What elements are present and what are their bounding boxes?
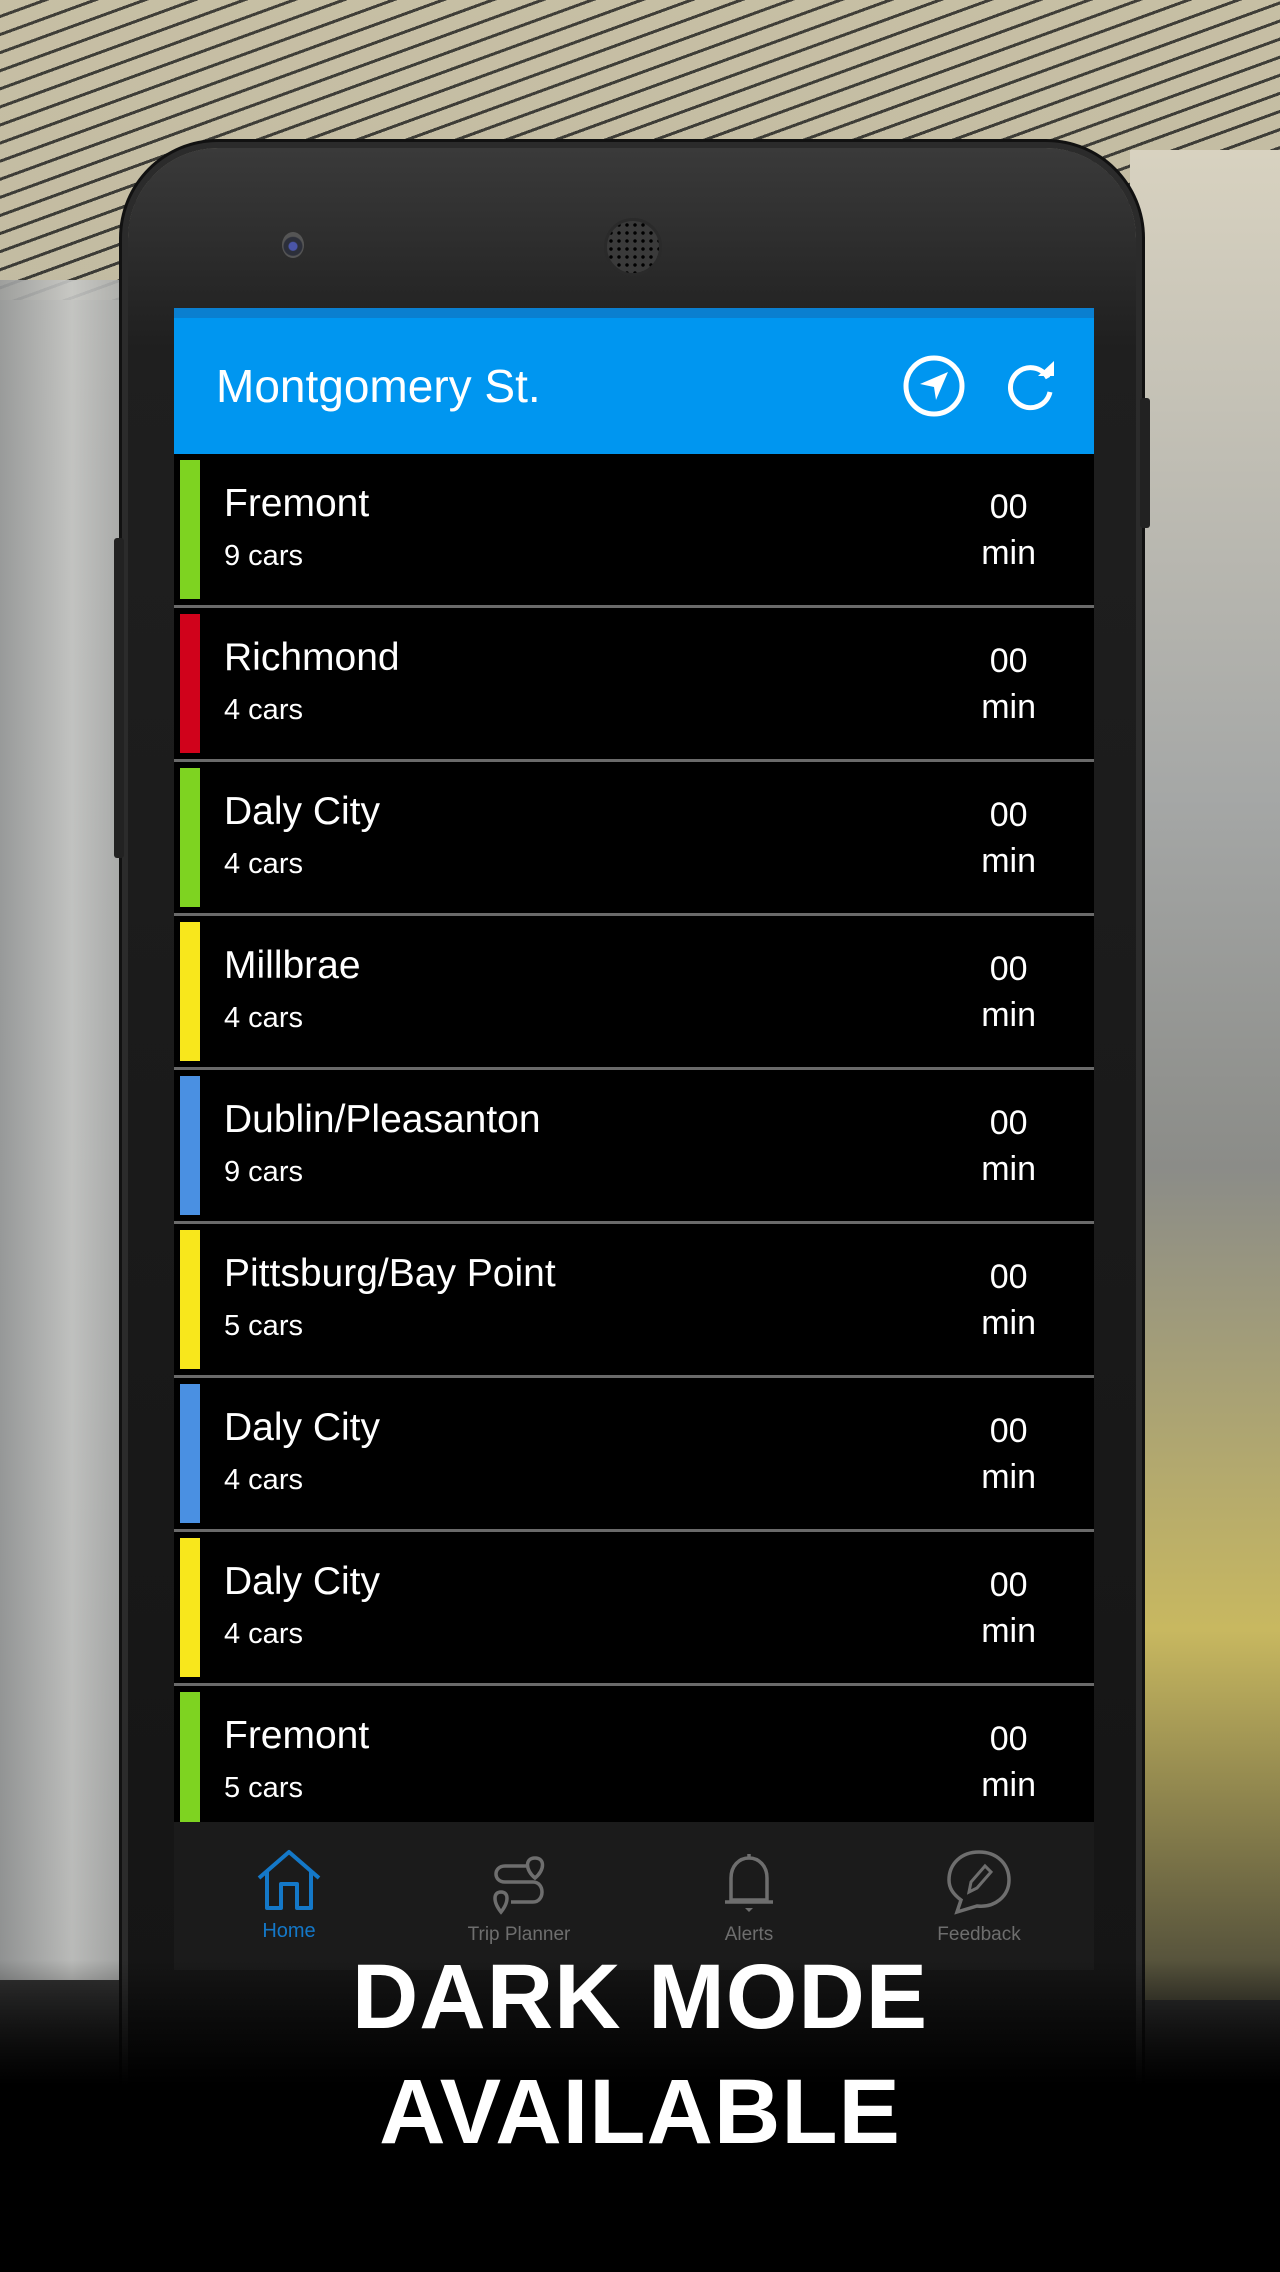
car-count: 5 cars [224, 1772, 303, 1804]
eta-value: 00 [989, 1566, 1028, 1604]
departure-row[interactable]: Dublin/Pleasanton 9 cars 00 min [174, 1070, 1094, 1224]
destination-name: Dublin/Pleasanton [224, 1098, 541, 1141]
tab-label: Trip Planner [467, 1924, 571, 1945]
departure-row[interactable]: Pittsburg/Bay Point 5 cars 00 min [174, 1224, 1094, 1378]
eta-unit: min [981, 1766, 1036, 1804]
eta: 00 min [981, 1562, 1036, 1654]
line-color-bar [180, 1538, 200, 1677]
departure-row[interactable]: Fremont 5 cars 00 min [174, 1686, 1094, 1840]
app-screen: Montgomery St. Fremont 9 cars 00 min Richmon… [174, 308, 1094, 1970]
eta: 00 min [981, 1254, 1036, 1346]
destination-name: Richmond [224, 636, 400, 679]
eta-unit: min [981, 534, 1036, 572]
eta-unit: min [981, 688, 1036, 726]
navigation-arrow-icon [903, 355, 965, 417]
background-platform [1130, 150, 1280, 2000]
tab-label: Home [262, 1920, 316, 1942]
feedback-icon [947, 1850, 1011, 1915]
eta-value: 00 [989, 1258, 1028, 1296]
eta-value: 00 [989, 796, 1028, 834]
departure-row[interactable]: Fremont 9 cars 00 min [174, 454, 1094, 608]
car-count: 5 cars [224, 1310, 303, 1342]
eta-unit: min [981, 842, 1036, 880]
eta: 00 min [981, 484, 1036, 576]
destination-name: Fremont [224, 1714, 370, 1757]
destination-name: Daly City [224, 790, 381, 833]
line-color-bar [180, 922, 200, 1061]
earpiece-speaker [604, 218, 662, 276]
destination-name: Fremont [224, 482, 370, 525]
tab-label: Feedback [937, 1924, 1021, 1945]
station-title: Montgomery St. [216, 360, 541, 412]
phone-side-button [114, 538, 124, 858]
home-icon [257, 1850, 321, 1910]
front-camera [282, 232, 304, 258]
bell-icon [725, 1854, 773, 1912]
eta-unit: min [981, 1458, 1036, 1496]
eta-unit: min [981, 1150, 1036, 1188]
route-icon [493, 1856, 545, 1915]
line-color-bar [180, 1692, 200, 1831]
eta-value: 00 [989, 642, 1028, 680]
departure-row[interactable]: Daly City 4 cars 00 min [174, 762, 1094, 916]
car-count: 4 cars [224, 1002, 303, 1034]
destination-name: Pittsburg/Bay Point [224, 1252, 556, 1295]
eta-unit: min [981, 1304, 1036, 1342]
eta: 00 min [981, 638, 1036, 730]
line-color-bar [180, 1076, 200, 1215]
eta: 00 min [981, 792, 1036, 884]
promo-caption-line1: DARK MODE [351, 1946, 929, 2048]
departure-row[interactable]: Daly City 4 cars 00 min [174, 1532, 1094, 1686]
destination-name: Daly City [224, 1406, 381, 1449]
eta-value: 00 [989, 1412, 1028, 1450]
line-color-bar [180, 614, 200, 753]
destination-name: Millbrae [224, 944, 361, 987]
departure-row[interactable]: Richmond 4 cars 00 min [174, 608, 1094, 762]
refresh-button[interactable] [996, 350, 1068, 422]
eta: 00 min [981, 1408, 1036, 1500]
eta: 00 min [981, 946, 1036, 1038]
departure-row[interactable]: Millbrae 4 cars 00 min [174, 916, 1094, 1070]
tab-label: Alerts [724, 1924, 774, 1945]
eta-unit: min [981, 996, 1036, 1034]
line-color-bar [180, 1230, 200, 1369]
eta: 00 min [981, 1100, 1036, 1192]
car-count: 9 cars [224, 540, 303, 572]
eta-unit: min [981, 1612, 1036, 1650]
refresh-icon [1008, 361, 1054, 411]
departure-row[interactable]: Daly City 4 cars 00 min [174, 1378, 1094, 1532]
destination-name: Daly City [224, 1560, 381, 1603]
eta: 00 min [981, 1716, 1036, 1808]
car-count: 4 cars [224, 1618, 303, 1650]
phone-power-button [1140, 398, 1150, 528]
eta-value: 00 [989, 1720, 1028, 1758]
line-color-bar [180, 460, 200, 599]
car-count: 4 cars [224, 694, 303, 726]
status-bar [174, 308, 1094, 318]
line-color-bar [180, 1384, 200, 1523]
car-count: 4 cars [224, 848, 303, 880]
line-color-bar [180, 768, 200, 907]
car-count: 4 cars [224, 1464, 303, 1496]
car-count: 9 cars [224, 1156, 303, 1188]
eta-value: 00 [989, 950, 1028, 988]
eta-value: 00 [989, 488, 1028, 526]
eta-value: 00 [989, 1104, 1028, 1142]
locate-button[interactable] [898, 350, 970, 422]
app-bar: Montgomery St. [174, 318, 1094, 454]
departures-list: Fremont 9 cars 00 min Richmond 4 cars 00 min Dal… [174, 454, 1094, 1840]
promo-caption-line2: AVAILABLE [379, 2061, 901, 2163]
